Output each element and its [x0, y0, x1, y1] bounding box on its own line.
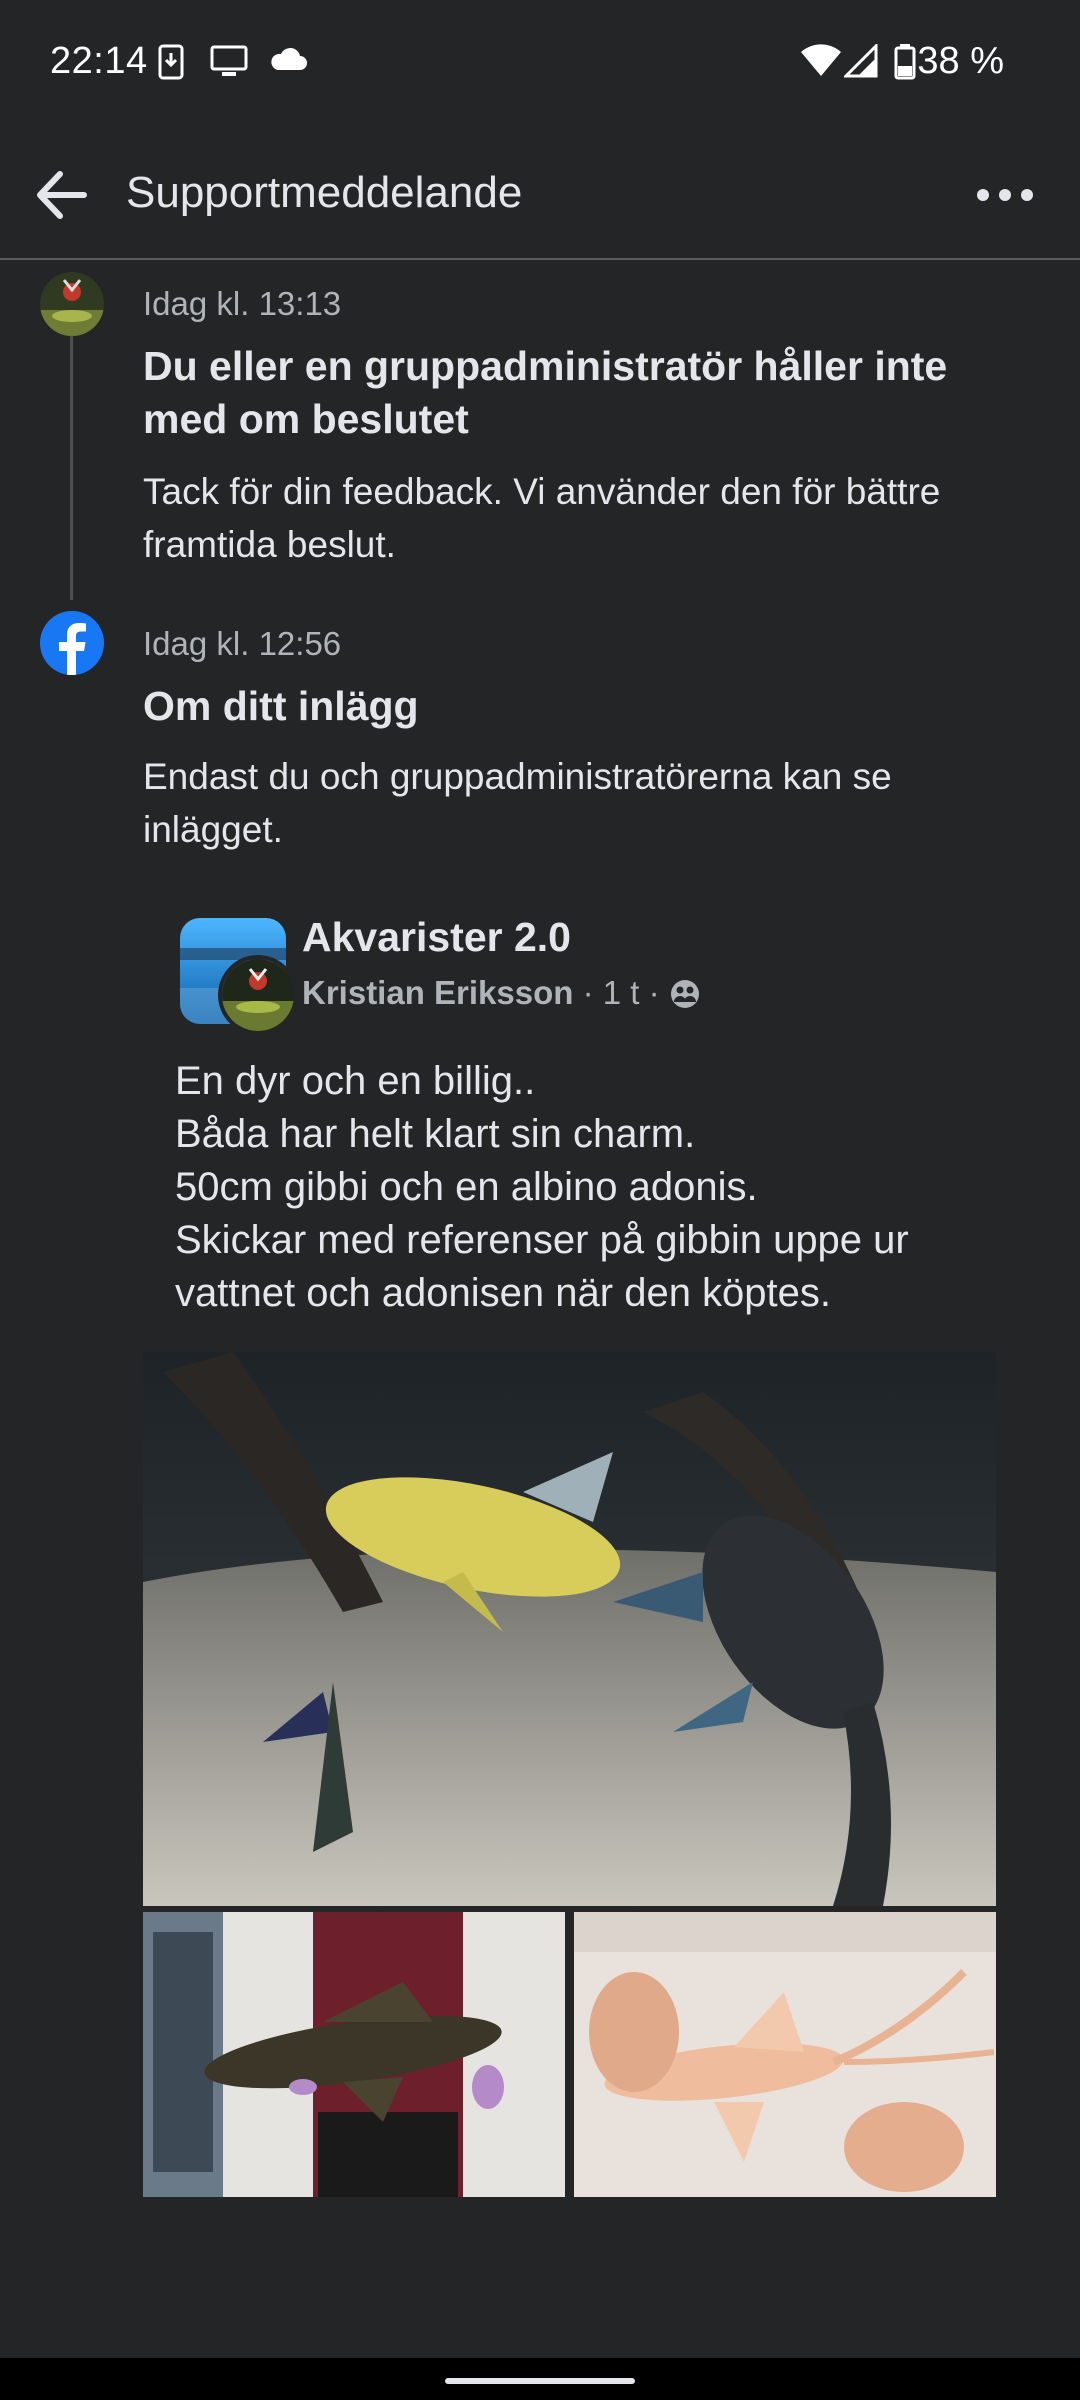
- battery-percentage: 38 %: [917, 40, 1004, 82]
- post-meta: Kristian Eriksson · 1 t ·: [302, 974, 701, 1012]
- post-author[interactable]: Kristian Eriksson: [302, 974, 573, 1011]
- post-text-line: vattnet och adonisen när den köptes.: [175, 1271, 832, 1315]
- author-avatar[interactable]: [218, 955, 298, 1035]
- wifi-icon: [801, 44, 841, 76]
- post-photo-adonis[interactable]: [574, 1912, 996, 2197]
- timeline-line: [70, 330, 73, 600]
- battery-icon: [894, 44, 916, 80]
- message-1-time: Idag kl. 13:13: [143, 285, 342, 322]
- post-text-line: Båda har helt klart sin charm.: [175, 1112, 696, 1156]
- cloud-icon: [271, 47, 307, 70]
- signal-icon: [844, 44, 878, 78]
- page-title: Supportmeddelande: [126, 168, 523, 217]
- facebook-icon: [40, 611, 104, 675]
- post-age[interactable]: 1 t: [603, 974, 640, 1011]
- post-text: En dyr och en billig.. Båda har helt kla…: [175, 1055, 1035, 1320]
- group-avatar-small: [40, 272, 104, 336]
- message-1-title: Du eller en gruppadministratör håller in…: [143, 343, 948, 442]
- home-gesture-handle[interactable]: [445, 2378, 635, 2384]
- more-options-icon[interactable]: [970, 165, 1040, 225]
- message-2-title: Om ditt inlägg: [143, 683, 419, 729]
- post-text-line: Skickar med referenser på gibbin uppe ur: [175, 1218, 909, 1262]
- message-1-body: Tack för din feedback. Vi använder den f…: [143, 471, 941, 565]
- post-photo-main[interactable]: [143, 1352, 996, 1906]
- download-icon: [158, 44, 184, 80]
- group-privacy-icon: [670, 980, 699, 1008]
- app-bar-divider: [0, 258, 1080, 260]
- status-time: 22:14: [50, 40, 148, 82]
- message-2-body: Endast du och gruppadministratörerna kan…: [143, 756, 892, 850]
- post-group-name[interactable]: Akvarister 2.0: [302, 914, 571, 961]
- post-text-line: En dyr och en billig..: [175, 1059, 536, 1103]
- message-2-time: Idag kl. 12:56: [143, 625, 342, 662]
- post-photo-gibbi[interactable]: [143, 1912, 565, 2197]
- back-arrow-icon[interactable]: [28, 160, 98, 230]
- cast-icon: [210, 45, 248, 76]
- post-text-line: 50cm gibbi och en albino adonis.: [175, 1165, 758, 1209]
